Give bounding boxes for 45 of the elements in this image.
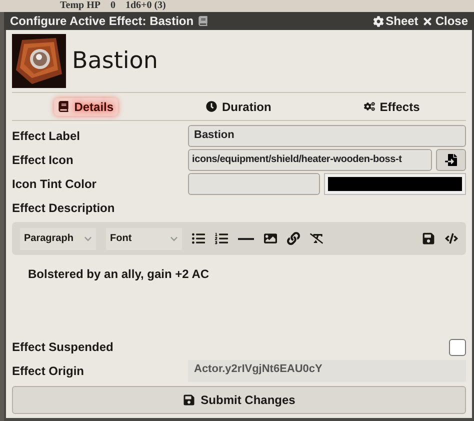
input-field[interactable]: Bastion — [188, 125, 466, 147]
chevron-icon — [84, 234, 92, 242]
font-dropdown[interactable]: Font — [106, 228, 182, 250]
origin-field: Actor.y2rIVgjNt6EAU0cY — [188, 360, 466, 382]
horizontal-rule-icon[interactable] — [238, 236, 254, 240]
link-icon[interactable] — [287, 232, 300, 245]
field-label: Icon Tint Color — [12, 177, 98, 191]
input-field[interactable] — [188, 173, 320, 195]
submit-button[interactable]: Submit Changes — [12, 386, 466, 414]
effect-name: Bastion — [72, 48, 158, 74]
gears-icon — [364, 101, 375, 112]
save-icon[interactable] — [422, 232, 435, 245]
save-icon — [182, 394, 195, 406]
sheet-text: 1d6+0 (3) — [125, 0, 166, 12]
book-icon — [58, 101, 70, 112]
file-import-icon — [445, 154, 457, 166]
file-picker-button[interactable] — [436, 149, 466, 171]
bullet-list-icon[interactable] — [192, 232, 205, 245]
code-icon[interactable] — [445, 232, 458, 245]
field-label: Effect Suspended — [12, 340, 114, 354]
clear-format-icon[interactable] — [310, 232, 323, 245]
field-label: Effect Label — [12, 129, 82, 143]
chevron-icon — [170, 234, 178, 242]
gear-icon — [372, 16, 384, 26]
book-icon — [198, 16, 208, 26]
tab[interactable]: Effects — [360, 98, 424, 116]
field-label: Effect Icon — [12, 153, 74, 167]
field-label: Effect Description — [12, 201, 116, 215]
tab[interactable]: Details — [54, 98, 118, 116]
checkbox[interactable] — [449, 338, 466, 356]
image-icon[interactable] — [264, 232, 277, 245]
field-label: Effect Origin — [12, 364, 86, 378]
close-icon — [422, 16, 434, 26]
sheet-text: Temp HP — [60, 0, 100, 12]
input-field[interactable]: icons/equipment/shield/heater-wooden-boss-t — [188, 149, 432, 171]
sheet-button[interactable]: Sheet — [372, 14, 418, 28]
close-button[interactable]: Close — [422, 14, 468, 28]
numbered-list-icon[interactable] — [215, 232, 228, 245]
tab[interactable]: Duration — [202, 98, 276, 116]
sheet-text: 0 — [110, 0, 116, 12]
clock-icon — [206, 101, 217, 112]
format-dropdown[interactable]: Paragraph — [20, 228, 96, 250]
description-editor[interactable]: Bolstered by an ally, gain +2 AC — [12, 255, 466, 335]
color-picker[interactable] — [324, 173, 466, 195]
window-title: Configure Active Effect: Bastion — [10, 14, 194, 28]
